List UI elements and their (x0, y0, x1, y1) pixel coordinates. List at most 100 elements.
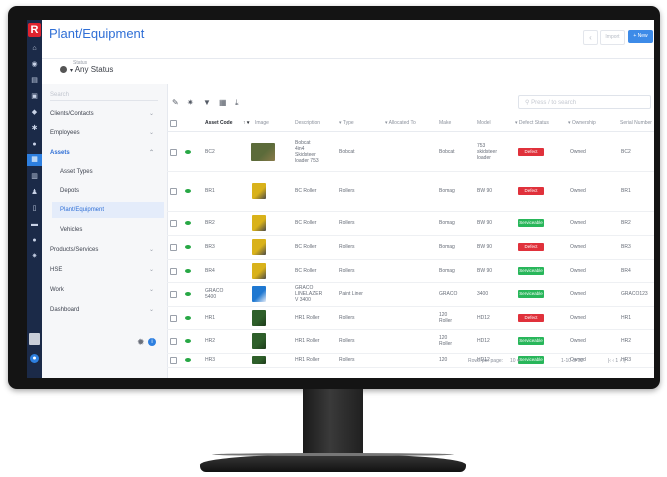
row-checkbox[interactable] (170, 291, 177, 298)
view-eye-icon[interactable] (185, 358, 191, 362)
table-row[interactable]: BR3 BC Roller Rollers Bomag BW 90 Defect Owned… (167, 235, 654, 260)
alert-icon[interactable]: ● (30, 236, 39, 245)
nav-item-dashboard[interactable]: Dashboard ⌄ (50, 302, 160, 318)
chat-icon[interactable]: ▬ (30, 220, 39, 229)
assets-icon[interactable]: ▦ (27, 154, 42, 166)
view-eye-icon[interactable] (185, 189, 191, 193)
download-icon[interactable]: ⤓ (235, 98, 239, 108)
settings-icon[interactable]: ✷ (187, 98, 194, 107)
row-checkbox[interactable] (170, 315, 177, 322)
asset-description: BC Roller (295, 220, 317, 226)
table-row[interactable]: BC2 Bobcat 4in4 Skidsteer loader 753 Bobca… (167, 132, 654, 172)
asset-serial: BR1 (621, 188, 631, 194)
column-header[interactable]: Serial Number (620, 115, 652, 131)
status-badge-defect: Defect (518, 314, 544, 322)
help-icon[interactable]: ● (30, 354, 39, 363)
filter-icon[interactable]: ▼ (203, 98, 211, 107)
view-eye-icon[interactable] (185, 245, 191, 249)
column-header[interactable]: ▾ Ownership (568, 115, 596, 131)
row-checkbox[interactable] (170, 188, 177, 195)
row-checkbox[interactable] (170, 149, 177, 156)
asset-type: Rollers (339, 357, 355, 363)
edit-icon[interactable]: ✎ (172, 98, 179, 107)
monitor-stand-neck (303, 389, 363, 457)
asset-code: HR3 (205, 357, 216, 363)
view-eye-icon[interactable] (185, 221, 191, 225)
column-header[interactable]: ▾ Allocated To (385, 115, 416, 131)
column-header[interactable]: Image (255, 115, 269, 131)
location-icon[interactable]: ● (30, 140, 39, 149)
nav-item-hse[interactable]: HSE ⌄ (50, 262, 160, 278)
table-row[interactable]: BR4 BC Roller Rollers Bomag BW 90 Serviceable… (167, 259, 654, 283)
asset-make: Bomag (439, 220, 455, 226)
nav-item-employees[interactable]: Employees ⌄ (50, 125, 160, 141)
row-checkbox[interactable] (170, 338, 177, 345)
gear-icon[interactable]: ✹ (137, 337, 145, 348)
select-all-checkbox[interactable] (170, 120, 177, 127)
chevron-down-icon: ⌄ (148, 287, 154, 293)
import-button[interactable]: Import (600, 30, 625, 45)
info-icon[interactable]: i (148, 338, 156, 346)
page-controls[interactable]: |‹ ‹ 1 › ›| (608, 358, 626, 364)
row-checkbox[interactable] (170, 357, 177, 364)
view-eye-icon[interactable] (185, 316, 191, 320)
column-header[interactable]: ▾ Type (339, 115, 354, 131)
column-header[interactable]: Asset Code (205, 115, 233, 131)
table-row[interactable]: BR2 BC Roller Rollers Bomag BW 90 Serviceable… (167, 211, 654, 236)
files-icon[interactable]: ▣ (30, 92, 39, 101)
phone-icon[interactable]: ▯ (30, 204, 39, 213)
column-header[interactable]: ▾ Defect Status (515, 115, 549, 131)
status-badge-defect: Defect (518, 187, 544, 195)
asset-serial: BC2 (621, 149, 631, 155)
nav-item-plant-equipment[interactable]: Plant/Equipment (52, 202, 164, 218)
view-eye-icon[interactable] (185, 339, 191, 343)
nav-item-clients[interactable]: Clients/Contacts ⌄ (50, 106, 160, 122)
contacts-icon[interactable]: ◉ (30, 60, 39, 69)
tag-icon[interactable]: ◆ (30, 108, 39, 117)
table-row[interactable]: HR2 HR1 Roller Rollers 120 Roller HD12 Servic… (167, 329, 654, 354)
asset-serial: BR2 (621, 220, 631, 226)
status-filter[interactable]: ▾ Any Status (60, 65, 113, 74)
nav-item-vehicles[interactable]: Vehicles (60, 222, 160, 238)
gear-icon[interactable]: ✷ (30, 252, 39, 261)
nav-item-assets[interactable]: Assets ⌃ (50, 145, 160, 161)
user-icon[interactable]: ♟ (30, 188, 39, 197)
app-logo[interactable]: R (28, 23, 41, 37)
status-circle-icon (60, 66, 67, 73)
column-header[interactable]: Description (295, 115, 320, 131)
clipboard-icon[interactable]: ▥ (30, 172, 39, 181)
table-row[interactable]: HR1 HR1 Roller Rollers 120 Roller HD12 Defect… (167, 306, 654, 330)
row-checkbox[interactable] (170, 220, 177, 227)
view-eye-icon[interactable] (185, 292, 191, 296)
view-eye-icon[interactable] (185, 269, 191, 273)
home-icon[interactable]: ⌂ (30, 44, 39, 53)
column-header[interactable]: Make (439, 115, 451, 131)
table-row[interactable]: BR1 BC Roller Rollers Bomag BW 90 Defect Owned… (167, 171, 654, 212)
asset-description: BC Roller (295, 268, 317, 274)
page-range: 1-10 of 32 (561, 358, 584, 364)
rows-per-page-select[interactable]: 10 ▾ (510, 358, 519, 364)
column-header[interactable]: Model (477, 115, 491, 131)
nav-item-asset-types[interactable]: Asset Types (60, 164, 160, 180)
nav-item-products[interactable]: Products/Services ⌄ (50, 242, 160, 258)
row-checkbox[interactable] (170, 268, 177, 275)
settings-icon[interactable]: ✱ (30, 124, 39, 133)
new-button[interactable]: + New (628, 30, 653, 43)
asset-make: 120 Roller (439, 335, 453, 347)
asset-image (252, 263, 266, 279)
asset-serial: GRACO123 (621, 291, 648, 297)
chevron-down-icon: ⌄ (148, 307, 154, 313)
grid-search-input[interactable]: ⚲ Press / to search (518, 95, 651, 109)
back-button[interactable]: ‹ (583, 30, 598, 45)
nav-item-depots[interactable]: Depots (60, 183, 160, 199)
docs-icon[interactable]: ▤ (30, 76, 39, 85)
view-eye-icon[interactable] (185, 150, 191, 154)
row-checkbox[interactable] (170, 244, 177, 251)
columns-icon[interactable]: ▦ (219, 98, 227, 107)
asset-ownership: Owned (570, 188, 586, 194)
side-nav: Search Clients/Contacts ⌄ Employees ⌄ Asse… (42, 84, 168, 378)
nav-search-input[interactable]: Search (50, 90, 158, 101)
avatar[interactable] (29, 333, 40, 345)
nav-item-work[interactable]: Work ⌄ (50, 282, 160, 298)
table-row[interactable]: GRACO 5400 GRACO LINELAZER V 3400 Paint Li… (167, 282, 654, 307)
